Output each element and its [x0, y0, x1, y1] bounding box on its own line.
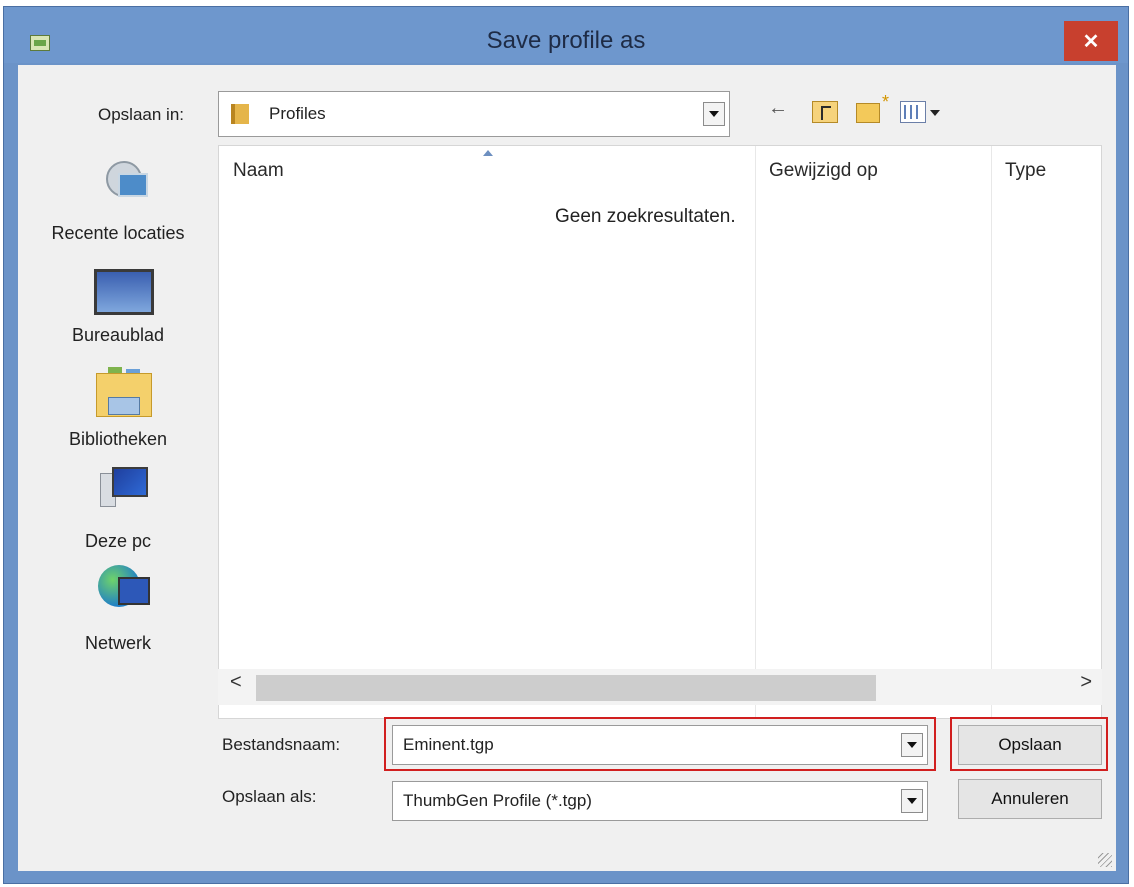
savetype-label: Opslaan als: — [222, 787, 317, 806]
recent-locations-icon — [102, 155, 154, 207]
place-label: Recente locaties — [51, 223, 185, 243]
chevron-down-icon — [709, 111, 719, 117]
column-header-name[interactable]: Naam — [219, 146, 755, 196]
this-pc-icon — [100, 467, 150, 511]
filename-label: Bestandsnaam: — [222, 735, 341, 754]
cancel-button[interactable]: Annuleren — [958, 779, 1102, 819]
empty-message: Geen zoekresultaten. — [555, 206, 736, 227]
save-dialog: Save profile as ✕ Opslaan in: Profiles ←… — [3, 6, 1129, 884]
up-folder-icon[interactable] — [812, 101, 838, 123]
column-separator[interactable] — [755, 146, 756, 718]
filename-value: Eminent.tgp — [403, 735, 494, 754]
place-this-pc[interactable]: Deze pc — [32, 467, 204, 567]
folder-icon — [231, 104, 249, 124]
back-icon[interactable]: ← — [768, 97, 788, 120]
horizontal-scrollbar[interactable]: < > — [218, 669, 1102, 705]
place-recent-locations[interactable]: Recente locaties — [32, 155, 204, 255]
close-button[interactable]: ✕ — [1064, 21, 1118, 61]
file-list[interactable]: Naam Gewijzigd op Type Geen zoekresultat… — [218, 145, 1102, 719]
dialog-title: Save profile as — [486, 27, 646, 54]
resize-grip[interactable] — [1098, 853, 1112, 867]
save-in-value: Profiles — [269, 104, 326, 123]
filename-field[interactable]: Eminent.tgp — [392, 725, 928, 765]
savetype-value: ThumbGen Profile (*.tgp) — [403, 791, 592, 810]
view-menu-icon[interactable] — [900, 101, 926, 123]
scroll-left-icon[interactable]: < — [230, 671, 242, 694]
filename-dropdown-button[interactable] — [901, 733, 923, 757]
column-separator[interactable] — [991, 146, 992, 718]
title-bar[interactable]: Save profile as ✕ — [4, 7, 1128, 63]
column-header-type[interactable]: Type — [991, 146, 1103, 196]
place-label: Deze pc — [84, 531, 152, 551]
chevron-down-icon — [907, 742, 917, 748]
libraries-icon — [96, 367, 154, 417]
place-label: Netwerk — [84, 633, 151, 653]
save-button[interactable]: Opslaan — [958, 725, 1102, 765]
save-in-dropdown[interactable]: Profiles — [218, 91, 730, 137]
network-icon — [98, 563, 152, 615]
place-label: Bureaublad — [71, 325, 165, 345]
place-network[interactable]: Netwerk — [32, 563, 204, 663]
savetype-dropdown-button[interactable] — [901, 789, 923, 813]
column-header-modified[interactable]: Gewijzigd op — [755, 146, 991, 196]
save-in-label: Opslaan in: — [98, 105, 184, 124]
desktop-icon — [94, 269, 154, 315]
chevron-down-icon — [907, 798, 917, 804]
place-desktop[interactable]: Bureaublad — [32, 269, 204, 369]
dialog-body: Opslaan in: Profiles ← Recente locaties … — [18, 65, 1116, 871]
place-label: Bibliotheken — [68, 429, 168, 449]
scrollbar-thumb[interactable] — [256, 675, 876, 701]
savetype-dropdown[interactable]: ThumbGen Profile (*.tgp) — [392, 781, 928, 821]
scroll-right-icon[interactable]: > — [1080, 671, 1092, 694]
place-libraries[interactable]: Bibliotheken — [32, 367, 204, 467]
view-menu-arrow-icon[interactable] — [930, 110, 940, 116]
save-in-dropdown-button[interactable] — [703, 102, 725, 126]
new-folder-icon[interactable] — [856, 92, 889, 123]
